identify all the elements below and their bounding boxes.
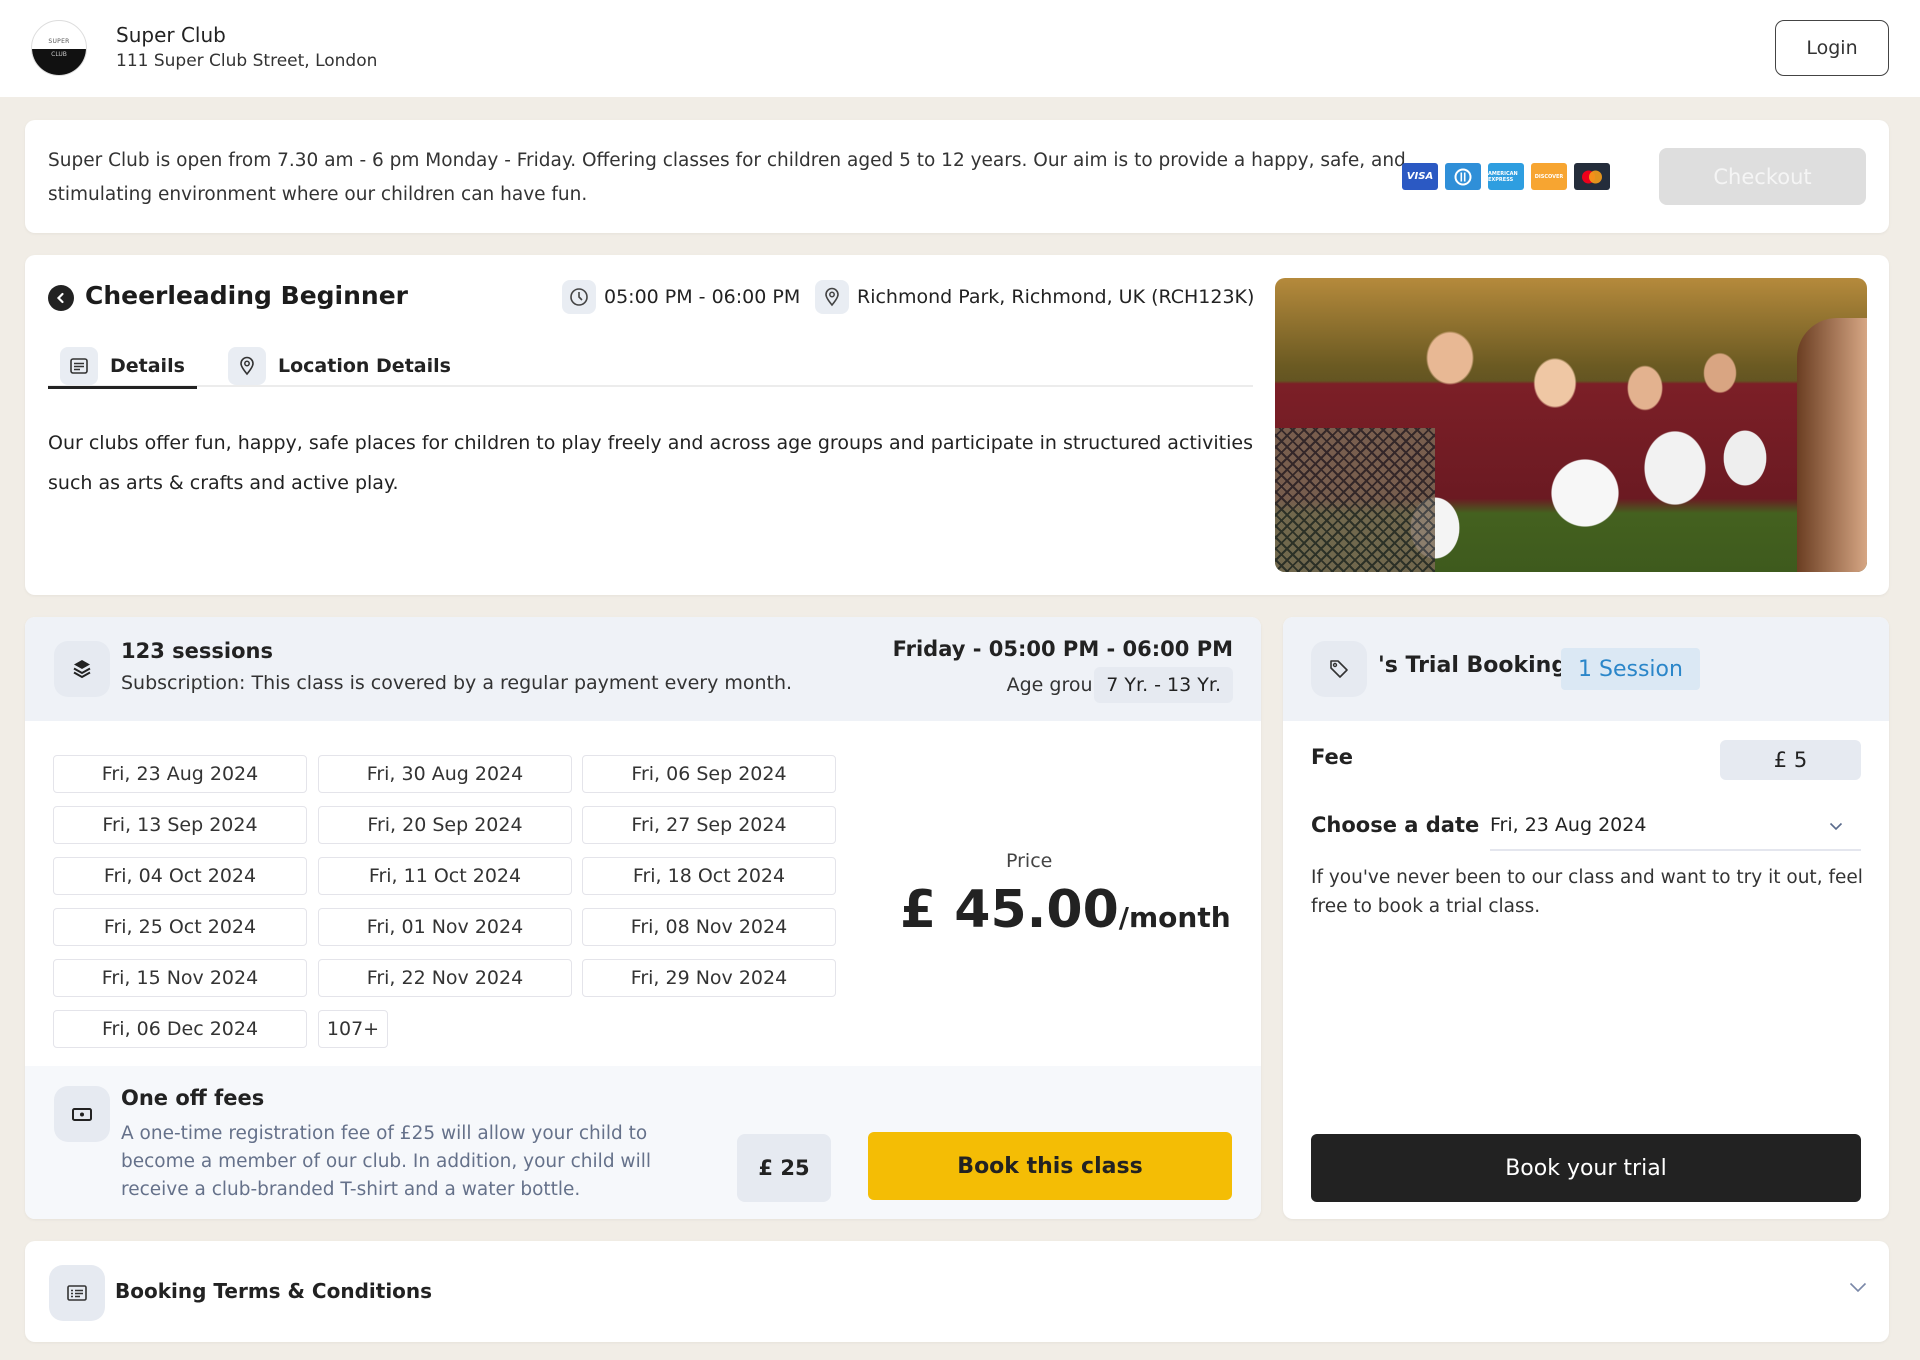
class-location: Richmond Park, Richmond, UK (RCH123K) xyxy=(815,280,1254,314)
club-name: Super Club xyxy=(116,23,226,47)
club-intro-text: Super Club is open from 7.30 am - 6 pm M… xyxy=(48,150,1406,205)
trial-description: If you've never been to our class and wa… xyxy=(1311,867,1863,917)
top-bar: SUPER CLUB Super Club 111 Super Club Str… xyxy=(0,0,1920,97)
selected-date: Fri, 23 Aug 2024 xyxy=(1490,814,1647,836)
sessions-header: 123 sessions Subscription: This class is… xyxy=(25,617,1261,721)
session-date-chip[interactable]: Fri, 11 Oct 2024 xyxy=(318,857,572,895)
trial-session-badge: 1 Session xyxy=(1561,648,1700,690)
session-date-chip[interactable]: Fri, 18 Oct 2024 xyxy=(582,857,836,895)
session-date-chip[interactable]: Fri, 01 Nov 2024 xyxy=(318,908,572,946)
chevron-down-icon[interactable] xyxy=(1849,1277,1867,1298)
class-tabs: Details Location Details xyxy=(48,345,1253,389)
session-date-chip[interactable]: Fri, 13 Sep 2024 xyxy=(53,806,307,844)
session-date-chip[interactable]: Fri, 25 Oct 2024 xyxy=(53,908,307,946)
logo-text-top: SUPER xyxy=(48,38,70,45)
map-pin-icon xyxy=(815,280,849,314)
session-date-chip[interactable]: Fri, 22 Nov 2024 xyxy=(318,959,572,997)
class-details-card: Cheerleading Beginner 05:00 PM - 06:00 P… xyxy=(25,255,1889,595)
session-schedule: Friday - 05:00 PM - 06:00 PM xyxy=(892,637,1233,661)
trial-fee-value: £ 5 xyxy=(1720,740,1861,780)
class-title: Cheerleading Beginner xyxy=(85,281,408,310)
clock-icon xyxy=(562,280,596,314)
one-off-fees: One off fees A one-time registration fee… xyxy=(25,1066,1261,1219)
tab-location-details-label: Location Details xyxy=(278,355,451,377)
more-dates-chip[interactable]: 107+ xyxy=(318,1010,388,1048)
choose-date-label: Choose a date xyxy=(1311,813,1480,837)
american-express-icon: AMERICAN EXPRESS xyxy=(1488,163,1524,190)
booking-terms-accordion[interactable]: Booking Terms & Conditions xyxy=(25,1241,1889,1342)
trial-date-select[interactable]: Fri, 23 Aug 2024 xyxy=(1490,801,1861,851)
price-amount: £ 45.00 xyxy=(900,880,1119,940)
session-date-chip[interactable]: Fri, 06 Dec 2024 xyxy=(53,1010,307,1048)
class-time: 05:00 PM - 06:00 PM xyxy=(562,280,800,314)
price-value: £ 45.00/month xyxy=(900,880,1231,940)
chevron-down-icon xyxy=(1829,814,1843,836)
price-period: /month xyxy=(1118,901,1231,934)
one-off-fees-title: One off fees xyxy=(121,1086,265,1110)
discover-icon: DISCOVER xyxy=(1531,163,1567,190)
book-trial-button[interactable]: Book your trial xyxy=(1311,1134,1861,1202)
map-pin-icon xyxy=(228,347,266,385)
login-button[interactable]: Login xyxy=(1775,20,1889,76)
session-date-chip[interactable]: Fri, 27 Sep 2024 xyxy=(582,806,836,844)
one-off-fees-description: A one-time registration fee of £25 will … xyxy=(121,1123,651,1200)
payment-methods: VISA AMERICAN EXPRESS DISCOVER xyxy=(1402,163,1610,190)
document-icon xyxy=(60,347,98,385)
terms-document-icon xyxy=(49,1265,105,1321)
trial-title: 's Trial Booking xyxy=(1378,653,1568,678)
logo-text-bottom: CLUB xyxy=(51,51,67,58)
session-date-chip[interactable]: Fri, 06 Sep 2024 xyxy=(582,755,836,793)
price-label: Price xyxy=(1006,850,1053,872)
subscription-text: Subscription: This class is covered by a… xyxy=(121,672,793,694)
tag-icon xyxy=(1311,641,1367,697)
session-date-chip[interactable]: Fri, 30 Aug 2024 xyxy=(318,755,572,793)
trial-header: 's Trial Booking 1 Session xyxy=(1283,617,1889,721)
class-description: Our clubs offer fun, happy, safe places … xyxy=(48,432,1253,494)
class-photo xyxy=(1275,278,1867,572)
club-logo[interactable]: SUPER CLUB xyxy=(31,20,87,76)
session-date-chip[interactable]: Fri, 15 Nov 2024 xyxy=(53,959,307,997)
tab-details[interactable]: Details xyxy=(48,345,197,389)
checkout-button[interactable]: Checkout xyxy=(1659,148,1866,205)
session-date-chip[interactable]: Fri, 29 Nov 2024 xyxy=(582,959,836,997)
visa-icon: VISA xyxy=(1402,163,1438,190)
age-group-value: 7 Yr. - 13 Yr. xyxy=(1094,667,1233,703)
back-icon[interactable] xyxy=(48,285,74,311)
club-address: 111 Super Club Street, London xyxy=(116,51,378,71)
trial-fee-label: Fee xyxy=(1311,745,1353,769)
mastercard-icon xyxy=(1574,163,1610,190)
trial-booking-card: 's Trial Booking 1 Session Fee £ 5 Choos… xyxy=(1283,617,1889,1219)
session-date-chip[interactable]: Fri, 23 Aug 2024 xyxy=(53,755,307,793)
book-class-button[interactable]: Book this class xyxy=(868,1132,1232,1200)
cash-icon xyxy=(54,1086,110,1142)
session-date-chip[interactable]: Fri, 04 Oct 2024 xyxy=(53,857,307,895)
sessions-count: 123 sessions xyxy=(121,639,273,663)
session-date-chip[interactable]: Fri, 08 Nov 2024 xyxy=(582,908,836,946)
class-location-text: Richmond Park, Richmond, UK (RCH123K) xyxy=(857,286,1255,308)
class-time-text: 05:00 PM - 06:00 PM xyxy=(604,286,801,308)
diners-club-icon xyxy=(1445,163,1481,190)
booking-terms-title: Booking Terms & Conditions xyxy=(115,1279,433,1303)
tab-location-details[interactable]: Location Details xyxy=(228,345,451,387)
layers-icon xyxy=(54,641,110,697)
one-off-fee-amount: £ 25 xyxy=(737,1134,831,1202)
tab-details-label: Details xyxy=(110,355,185,377)
session-date-chip[interactable]: Fri, 20 Sep 2024 xyxy=(318,806,572,844)
